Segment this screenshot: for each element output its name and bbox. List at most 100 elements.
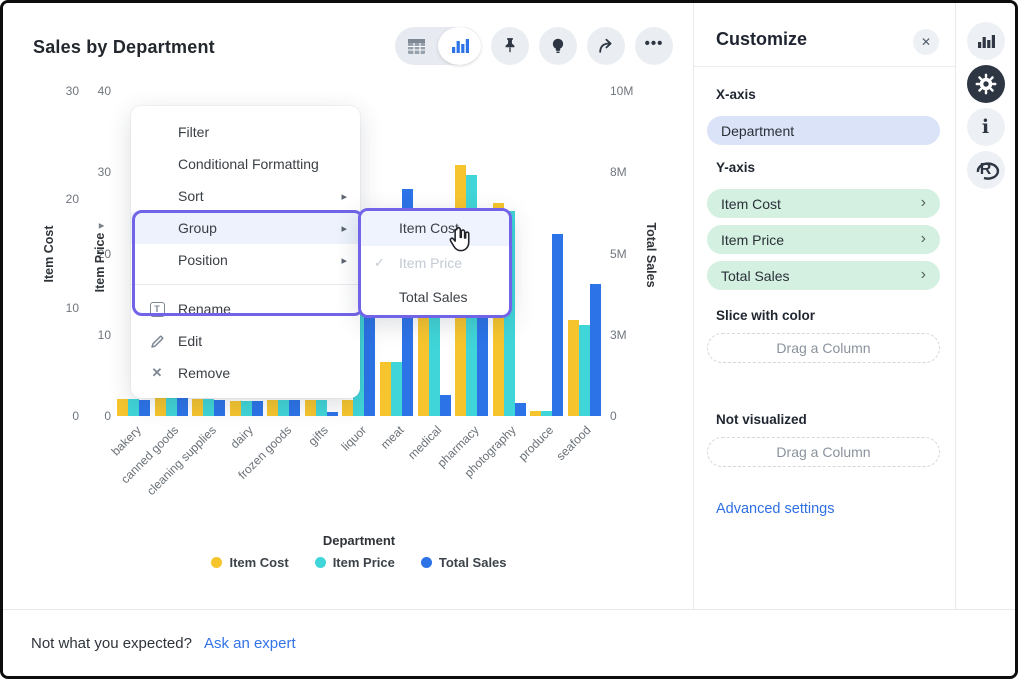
chart-pane: Sales by Department <box>3 3 693 609</box>
bar-item-price-canned-goods[interactable] <box>166 398 177 416</box>
table-view-button[interactable] <box>395 27 438 65</box>
checkmark-icon: ✓ <box>374 255 385 271</box>
pill-label: Total Sales <box>721 268 789 284</box>
bar-chart-icon <box>977 33 995 49</box>
bar-chart-view-icon <box>451 38 469 54</box>
share-button[interactable] <box>587 27 625 65</box>
bar-item-price-gifts[interactable] <box>316 400 327 416</box>
not-visualized-dropzone[interactable]: Drag a Column <box>707 437 940 467</box>
menu-item-rename[interactable]: TRename <box>131 293 360 325</box>
close-icon: ✕ <box>921 35 931 49</box>
legend-item-item-cost[interactable]: Item Cost <box>211 555 288 570</box>
rail-settings-button[interactable] <box>967 65 1005 103</box>
pill-label: Item Price <box>721 232 784 248</box>
bar-total-sales-cleaning-supplies[interactable] <box>214 400 225 416</box>
bar-item-cost-liquor[interactable] <box>342 400 353 416</box>
bar-item-cost-produce[interactable] <box>530 411 541 416</box>
bar-total-sales-canned-goods[interactable] <box>177 398 188 416</box>
pin-button[interactable] <box>491 27 529 65</box>
bar-item-price-bakery[interactable] <box>128 399 139 416</box>
tick-label: 30 <box>66 84 79 98</box>
footer-question: Not what you expected? <box>31 635 192 652</box>
menu-item-label: Conditional Formatting <box>178 156 319 172</box>
bar-item-price-frozen-goods[interactable] <box>278 400 289 416</box>
customize-panel: Customize ✕ X-axis Department Y-axis Ite… <box>693 3 955 609</box>
bar-total-sales-frozen-goods[interactable] <box>289 400 300 416</box>
tick-label: 30 <box>98 165 111 179</box>
y-axis-pill-item-cost[interactable]: Item Cost› <box>707 189 940 218</box>
bar-item-cost-bakery[interactable] <box>117 399 128 416</box>
y-axis-pill-item-price[interactable]: Item Price › <box>707 225 940 254</box>
bar-item-price-cleaning-supplies[interactable] <box>203 399 214 416</box>
menu-separator <box>131 284 360 285</box>
submenu-item-item-price: ✓Item Price <box>361 246 509 281</box>
bar-total-sales-seafood[interactable] <box>590 284 601 416</box>
more-options-button[interactable]: ••• <box>635 27 673 65</box>
customize-panel-title: Customize <box>716 29 807 50</box>
bar-group-produce[interactable] <box>528 91 566 416</box>
bar-item-cost-gifts[interactable] <box>305 400 316 416</box>
panel-divider <box>694 66 955 67</box>
menu-item-conditional-formatting[interactable]: Conditional Formatting <box>131 148 360 180</box>
bar-total-sales-produce[interactable] <box>552 234 563 416</box>
menu-item-sort[interactable]: Sort▸ <box>131 180 360 212</box>
menu-item-label: Edit <box>178 333 202 349</box>
item-cost-axis-title: Item Cost <box>42 226 56 283</box>
bar-item-cost-meat[interactable] <box>380 362 391 416</box>
remove-x-icon: ✕ <box>152 365 163 381</box>
bar-total-sales-gifts[interactable] <box>327 412 338 416</box>
bar-item-cost-cleaning-supplies[interactable] <box>192 399 203 416</box>
submenu-item-item-cost[interactable]: Item Cost <box>361 211 509 246</box>
menu-item-remove[interactable]: ✕Remove <box>131 357 360 389</box>
bar-total-sales-dairy[interactable] <box>252 401 263 416</box>
legend-item-total-sales[interactable]: Total Sales <box>421 555 507 570</box>
x-axis-column-pill[interactable]: Department <box>707 116 940 145</box>
menu-item-label: Filter <box>178 124 209 140</box>
table-view-icon <box>407 38 426 55</box>
bar-item-cost-canned-goods[interactable] <box>155 398 166 416</box>
menu-item-group[interactable]: Group ▸ <box>131 212 360 244</box>
view-toggle[interactable] <box>395 27 481 65</box>
submenu-item-total-sales[interactable]: Total Sales <box>361 280 509 315</box>
item-price-axis-title[interactable]: Item Price▸ <box>93 224 107 293</box>
tick-label: 8M <box>610 165 627 179</box>
tick-label: 40 <box>98 84 111 98</box>
y-axis-section-label: Y-axis <box>716 160 755 175</box>
menu-item-edit[interactable]: Edit <box>131 325 360 357</box>
slice-color-dropzone[interactable]: Drag a Column <box>707 333 940 363</box>
bar-item-cost-seafood[interactable] <box>568 320 579 416</box>
close-panel-button[interactable]: ✕ <box>913 29 939 55</box>
main-area: Sales by Department <box>3 3 1015 609</box>
chevron-right-icon: › <box>921 231 926 249</box>
bar-chart-view-button[interactable] <box>438 27 481 65</box>
bar-item-cost-dairy[interactable] <box>230 401 241 416</box>
x-axis-title: Department <box>115 533 603 548</box>
not-visualized-label: Not visualized <box>716 412 807 427</box>
bar-item-price-seafood[interactable] <box>579 325 590 416</box>
rail-r-logo-button[interactable]: R <box>967 151 1005 189</box>
bar-total-sales-photography[interactable] <box>515 403 526 416</box>
tick-label: 10M <box>610 84 633 98</box>
tick-label: 5M <box>610 247 627 261</box>
submenu-arrow-icon: ▸ <box>341 222 347 235</box>
tick-label: 3M <box>610 328 627 342</box>
legend-dot-icon <box>211 557 222 568</box>
advanced-settings-link[interactable]: Advanced settings <box>716 501 835 517</box>
insights-button[interactable] <box>539 27 577 65</box>
bar-item-price-dairy[interactable] <box>241 401 252 416</box>
bar-item-price-meat[interactable] <box>391 362 402 416</box>
info-icon: i <box>982 116 989 138</box>
menu-item-position[interactable]: Position▸ <box>131 244 360 276</box>
bar-total-sales-medical[interactable] <box>440 395 451 416</box>
rail-chart-button[interactable] <box>967 22 1005 60</box>
ask-an-expert-link[interactable]: Ask an expert <box>204 635 296 652</box>
menu-item-filter[interactable]: Filter <box>131 116 360 148</box>
rail-info-button[interactable]: i <box>967 108 1005 146</box>
menu-item-label: Group <box>178 220 217 236</box>
y-axis-pill-total-sales[interactable]: Total Sales› <box>707 261 940 290</box>
bar-item-price-produce[interactable] <box>541 411 552 416</box>
bar-total-sales-bakery[interactable] <box>139 400 150 416</box>
bar-item-cost-frozen-goods[interactable] <box>267 400 278 416</box>
bar-group-seafood[interactable] <box>565 91 603 416</box>
legend-item-item-price[interactable]: Item Price <box>315 555 395 570</box>
